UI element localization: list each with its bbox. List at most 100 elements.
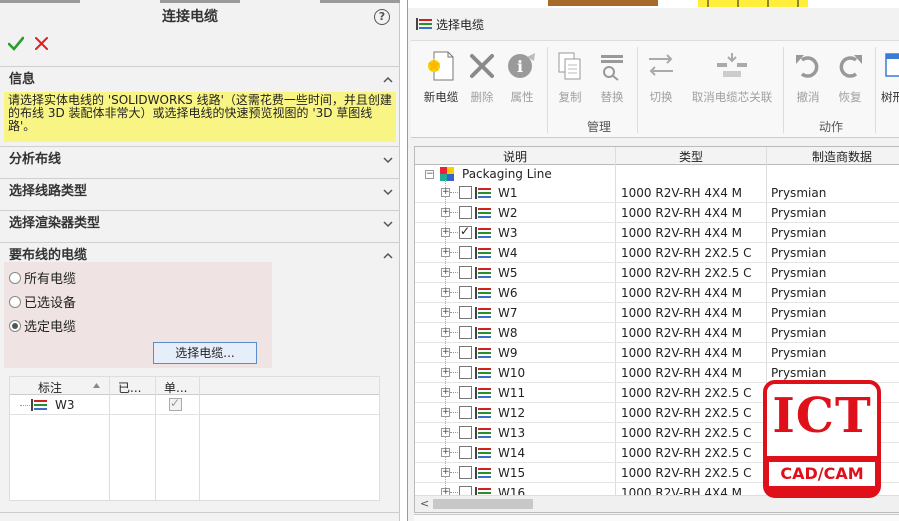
collapse-toggle[interactable]: −	[425, 170, 434, 179]
ok-check-icon[interactable]	[8, 36, 24, 52]
chevron-down-icon[interactable]	[383, 187, 393, 197]
expand-toggle[interactable]: +	[441, 428, 450, 437]
chevron-down-icon[interactable]	[383, 219, 393, 229]
property-manager-panel: 连接电缆 ? 信息 请选择实体电线的 'SOLIDWORKS 线路'（这需花费一…	[0, 0, 400, 521]
expand-toggle[interactable]: +	[441, 268, 450, 277]
radio-button-selected[interactable]	[9, 320, 21, 332]
single-checkbox[interactable]	[169, 396, 182, 411]
section-analyze-header[interactable]: 分析布线	[0, 146, 400, 174]
chevron-up-icon[interactable]	[383, 75, 393, 85]
copy-button[interactable]: 复制	[553, 49, 587, 105]
tree-connector	[450, 232, 458, 233]
expand-toggle[interactable]: +	[441, 368, 450, 377]
expand-toggle[interactable]: +	[441, 228, 450, 237]
cable-checkbox[interactable]	[459, 386, 472, 399]
panel-tab[interactable]	[0, 0, 80, 3]
help-icon[interactable]: ?	[374, 9, 390, 25]
radio-all-cables[interactable]: 所有电缆	[9, 268, 76, 287]
unassociate-cable-core-button[interactable]: 取消电缆芯关联	[687, 49, 777, 105]
table-row[interactable]: W3	[10, 396, 379, 415]
cable-checkbox[interactable]	[459, 306, 472, 319]
cable-checkbox[interactable]	[459, 326, 472, 339]
panel-tab[interactable]	[320, 0, 400, 3]
cable-row[interactable]: + W5 1000 R2V-RH 2X2.5 C Prysmian	[415, 263, 899, 283]
cable-checkbox[interactable]	[459, 466, 472, 479]
column-header-manufacturer[interactable]: 制造商数据	[767, 148, 899, 165]
cable-checkbox[interactable]	[459, 446, 472, 459]
cable-checkbox[interactable]	[459, 366, 472, 379]
cable-checkbox[interactable]	[459, 206, 472, 219]
model-view-strip	[408, 0, 899, 8]
cable-checkbox[interactable]	[459, 406, 472, 419]
cable-type: 1000 R2V-RH 4X4 M	[621, 366, 742, 380]
new-cable-button[interactable]: 新电缆	[419, 49, 463, 105]
section-route-type-header[interactable]: 选择线路类型	[0, 178, 400, 206]
tree-view-button[interactable]: 树形	[881, 49, 899, 105]
replace-button[interactable]: 替换	[595, 49, 629, 105]
expand-toggle[interactable]: +	[441, 468, 450, 477]
cancel-x-icon[interactable]	[35, 37, 48, 50]
cable-checkbox[interactable]	[459, 426, 472, 439]
select-cables-button[interactable]: 选择电缆...	[153, 342, 257, 364]
panel-tab[interactable]	[160, 0, 240, 3]
expand-toggle[interactable]: +	[441, 308, 450, 317]
expand-toggle[interactable]: +	[441, 408, 450, 417]
cable-checkbox[interactable]	[459, 186, 472, 199]
tree-connector	[450, 352, 458, 353]
expand-toggle[interactable]: +	[441, 248, 450, 257]
radio-selected-cables[interactable]: 选定电缆	[9, 316, 76, 335]
cable-row[interactable]: + W9 1000 R2V-RH 4X4 M Prysmian	[415, 343, 899, 363]
section-info-header[interactable]: 信息	[0, 66, 400, 94]
expand-toggle[interactable]: +	[441, 288, 450, 297]
status-strip	[414, 514, 899, 521]
cable-row[interactable]: + W4 1000 R2V-RH 2X2.5 C Prysmian	[415, 243, 899, 263]
radio-button[interactable]	[9, 272, 21, 284]
undo-button[interactable]: 撤消	[791, 49, 825, 105]
cable-checkbox[interactable]	[459, 286, 472, 299]
redo-button[interactable]: 恢复	[833, 49, 867, 105]
ribbon-toolbar: 新电缆 删除 i 属性 复制 替换 切换 取消电缆芯关联 撤消 恢复 树形 管理…	[411, 40, 899, 138]
cable-row[interactable]: + W8 1000 R2V-RH 4X4 M Prysmian	[415, 323, 899, 343]
column-header-type[interactable]: 类型	[616, 148, 766, 165]
tree-connector	[450, 292, 458, 293]
cable-row[interactable]: + W7 1000 R2V-RH 4X4 M Prysmian	[415, 303, 899, 323]
column-header-single[interactable]: 单...	[164, 379, 187, 396]
scrollbar-thumb[interactable]	[433, 499, 533, 509]
cable-name: W5	[498, 266, 518, 280]
section-renderer-type-header[interactable]: 选择渲染器类型	[0, 210, 400, 238]
cable-name: W15	[498, 466, 526, 480]
cable-checkbox[interactable]	[459, 266, 472, 279]
scroll-left-icon[interactable]: <	[420, 497, 429, 510]
cable-row[interactable]: + W1 1000 R2V-RH 4X4 M Prysmian	[415, 183, 899, 203]
cable-row[interactable]: + W2 1000 R2V-RH 4X4 M Prysmian	[415, 203, 899, 223]
cable-checkbox[interactable]	[459, 224, 472, 239]
properties-button[interactable]: i 属性	[505, 49, 539, 105]
column-header-description[interactable]: 说明	[415, 148, 615, 165]
cable-checkbox[interactable]	[459, 346, 472, 359]
radio-button[interactable]	[9, 296, 21, 308]
expand-toggle[interactable]: +	[441, 448, 450, 457]
cable-checkbox[interactable]	[459, 246, 472, 259]
switch-button[interactable]: 切换	[643, 49, 679, 105]
tree-root-row[interactable]: − Packaging Line	[415, 165, 899, 183]
expand-toggle[interactable]: +	[441, 188, 450, 197]
cable-row[interactable]: + W6 1000 R2V-RH 4X4 M Prysmian	[415, 283, 899, 303]
cable-icon	[475, 247, 491, 259]
expand-toggle[interactable]: +	[441, 208, 450, 217]
cable-row[interactable]: + W3 1000 R2V-RH 4X4 M Prysmian	[415, 223, 899, 243]
tree-connector	[450, 312, 458, 313]
tree-icon	[885, 53, 899, 77]
cable-name: W12	[498, 406, 526, 420]
assembly-icon	[440, 167, 454, 181]
radio-selected-devices[interactable]: 已选设备	[9, 292, 76, 311]
column-header-routed[interactable]: 已...	[118, 379, 141, 396]
cable-manufacturer: Prysmian	[771, 286, 827, 300]
chevron-up-icon[interactable]	[383, 251, 393, 261]
expand-toggle[interactable]: +	[441, 388, 450, 397]
tree-connector	[450, 492, 458, 493]
expand-toggle[interactable]: +	[441, 328, 450, 337]
delete-button[interactable]: 删除	[465, 49, 499, 105]
chevron-down-icon[interactable]	[383, 155, 393, 165]
column-header-label[interactable]: 标注	[38, 379, 62, 396]
expand-toggle[interactable]: +	[441, 348, 450, 357]
